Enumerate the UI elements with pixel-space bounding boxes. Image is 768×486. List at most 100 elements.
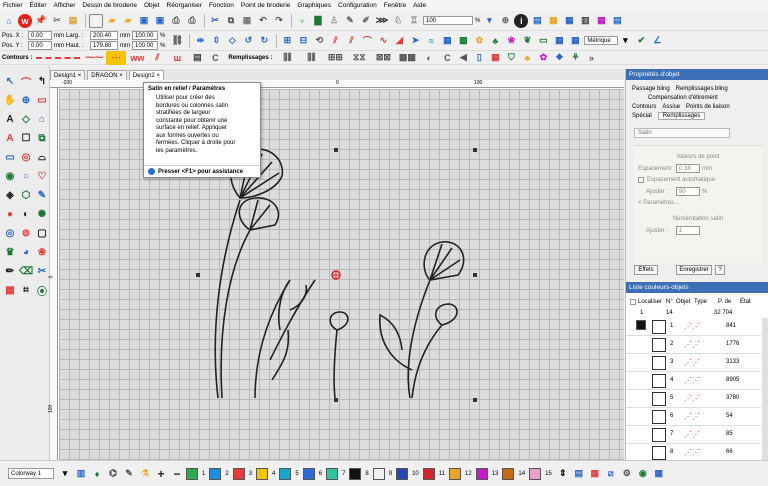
select-icon[interactable]: ↖: [3, 74, 17, 88]
fill-net-icon[interactable]: ▩▩: [396, 51, 418, 65]
colorlist-group[interactable]: 1 14 32 704: [626, 308, 761, 317]
figure2-icon[interactable]: ♘: [391, 14, 405, 28]
contour-stem-icon[interactable]: ww: [128, 51, 146, 65]
menu-item[interactable]: Éditer: [30, 2, 47, 9]
contour-raised-icon[interactable]: ⫽: [148, 51, 166, 65]
contour-blanket-icon[interactable]: ш: [168, 51, 186, 65]
save-as-icon[interactable]: ▣: [153, 14, 167, 28]
tab-dragon[interactable]: DRAGON ×: [87, 70, 127, 80]
text-icon[interactable]: A: [3, 131, 17, 145]
background-icon[interactable]: ⧄: [604, 467, 618, 481]
diamond-icon[interactable]: ◈: [3, 188, 17, 202]
selection-handle[interactable]: [473, 148, 477, 152]
rotate-left-icon[interactable]: ↺: [241, 34, 255, 48]
settings-icon[interactable]: ⚙: [620, 467, 634, 481]
crop-icon[interactable]: ⌗: [19, 283, 33, 297]
color-fill-icon[interactable]: ▇: [311, 14, 325, 28]
pen-tool-icon[interactable]: ✎: [35, 188, 49, 202]
color-swatch[interactable]: [326, 467, 339, 480]
color-swatch[interactable]: [502, 467, 515, 480]
applique-icon[interactable]: ⛉: [504, 51, 518, 65]
color-object-row[interactable]: 6 ⋰⋰ 54: [626, 408, 761, 426]
split-field[interactable]: 1: [676, 226, 700, 235]
close-icon[interactable]: ×: [119, 73, 123, 79]
fill-motif-icon[interactable]: ⧖⧖: [348, 51, 370, 65]
open-folder-icon[interactable]: ▰: [105, 14, 119, 28]
scale-height-field[interactable]: 100.00: [132, 41, 158, 50]
run-icon[interactable]: ▭: [3, 150, 17, 164]
contour-other-icon[interactable]: ▤: [188, 51, 206, 65]
stamp-icon[interactable]: ♛: [3, 245, 17, 259]
arrow-right-icon[interactable]: ◀: [456, 51, 470, 65]
color-swatch[interactable]: [256, 467, 269, 480]
color-object-row[interactable]: 5 ⋰⋰ 3780: [626, 390, 761, 408]
selection-handle[interactable]: [196, 273, 200, 277]
embroidery-design[interactable]: [50, 80, 624, 460]
color-swatch[interactable]: [529, 467, 542, 480]
menu-item[interactable]: Point de broderie: [241, 2, 291, 9]
remove-color-icon[interactable]: −: [170, 467, 184, 481]
flower-icon[interactable]: ✿: [472, 34, 486, 48]
angle-icon[interactable]: ∠: [650, 34, 664, 48]
arrow-icon[interactable]: ➤: [408, 34, 422, 48]
fill-tatami-icon[interactable]: ⫼⫼: [300, 51, 322, 65]
grid-icon[interactable]: ▦: [562, 14, 576, 28]
color-swatch[interactable]: [475, 467, 488, 480]
zoom-in-icon[interactable]: ⊕: [498, 14, 512, 28]
color-object-row[interactable]: 1 ⋰⋰ 841: [626, 318, 761, 336]
pattern-icon[interactable]: ▦: [440, 34, 454, 48]
palette-icon[interactable]: ▦: [546, 14, 560, 28]
contour-triple-icon[interactable]: ⁓⁓: [84, 51, 104, 65]
selection-handle[interactable]: [334, 398, 338, 402]
selection-handle[interactable]: [473, 398, 477, 402]
frame-icon[interactable]: ▭: [536, 34, 550, 48]
colorlist-scrollbar[interactable]: [762, 318, 768, 460]
stitch-icon[interactable]: A: [3, 112, 17, 126]
close-icon[interactable]: ×: [156, 73, 160, 79]
colorway-icon[interactable]: ▥: [74, 467, 88, 481]
color-swatch[interactable]: [349, 467, 362, 480]
color-swatch[interactable]: [186, 467, 198, 480]
grid3-icon[interactable]: ▦: [652, 467, 666, 481]
color-object-row[interactable]: 2 ⋰⋰ 1776: [626, 336, 761, 354]
mirror-v-icon[interactable]: ⇳: [209, 34, 223, 48]
redo-icon[interactable]: ↷: [272, 14, 286, 28]
applique2-icon[interactable]: ♣: [520, 51, 534, 65]
paste-icon[interactable]: ▦: [240, 14, 254, 28]
thread-chart2-icon[interactable]: ▦: [588, 467, 602, 481]
print-preview-icon[interactable]: ⎙: [185, 14, 199, 28]
color-tool-icon[interactable]: ◕: [19, 245, 33, 259]
table-icon[interactable]: ▤: [610, 14, 624, 28]
monogram-tool-icon[interactable]: ☐: [19, 131, 33, 145]
design-canvas[interactable]: -200 0 100 0 100: [48, 80, 624, 460]
monogram-icon[interactable]: ▦: [488, 51, 502, 65]
menu-item[interactable]: Afficher: [54, 2, 76, 9]
color-swatch[interactable]: [449, 467, 462, 480]
unit-dropdown-icon[interactable]: ▾: [618, 34, 632, 48]
logo-icon[interactable]: w: [18, 13, 32, 28]
draw-icon[interactable]: ✐: [359, 14, 373, 28]
add-color-icon[interactable]: +: [154, 467, 168, 481]
motif-icon[interactable]: ❀: [504, 34, 518, 48]
fill-cross-icon[interactable]: ⊠⊠: [372, 51, 394, 65]
heart-icon[interactable]: ♡: [35, 169, 49, 183]
undo-icon[interactable]: ↶: [256, 14, 270, 28]
fill-c-icon[interactable]: C: [440, 51, 454, 65]
hoop-tool-icon[interactable]: ⊚: [19, 226, 33, 240]
satin-tool-icon[interactable]: ⌂: [35, 112, 49, 126]
pattern2-icon[interactable]: ▩: [456, 34, 470, 48]
home-icon[interactable]: ⌂: [2, 14, 16, 28]
rotate-right-icon[interactable]: ↻: [257, 34, 271, 48]
folder-icon[interactable]: ▤: [66, 14, 80, 28]
unit-select[interactable]: Métrique: [584, 36, 619, 45]
target-icon[interactable]: ◎: [3, 226, 17, 240]
new-file-icon[interactable]: ▯: [89, 13, 103, 28]
scale-width-field[interactable]: 100.00: [132, 31, 158, 40]
lettering-icon[interactable]: ▯: [472, 51, 486, 65]
menu-item[interactable]: Aide: [413, 2, 426, 9]
mirror-h-icon[interactable]: ⇹: [193, 34, 207, 48]
menu-item[interactable]: Dessin de broderie: [82, 2, 137, 9]
locate-icon[interactable]: [630, 298, 636, 305]
bling-tool-icon[interactable]: ✺: [35, 207, 49, 221]
applique-tool-icon[interactable]: ⧉: [35, 131, 49, 145]
